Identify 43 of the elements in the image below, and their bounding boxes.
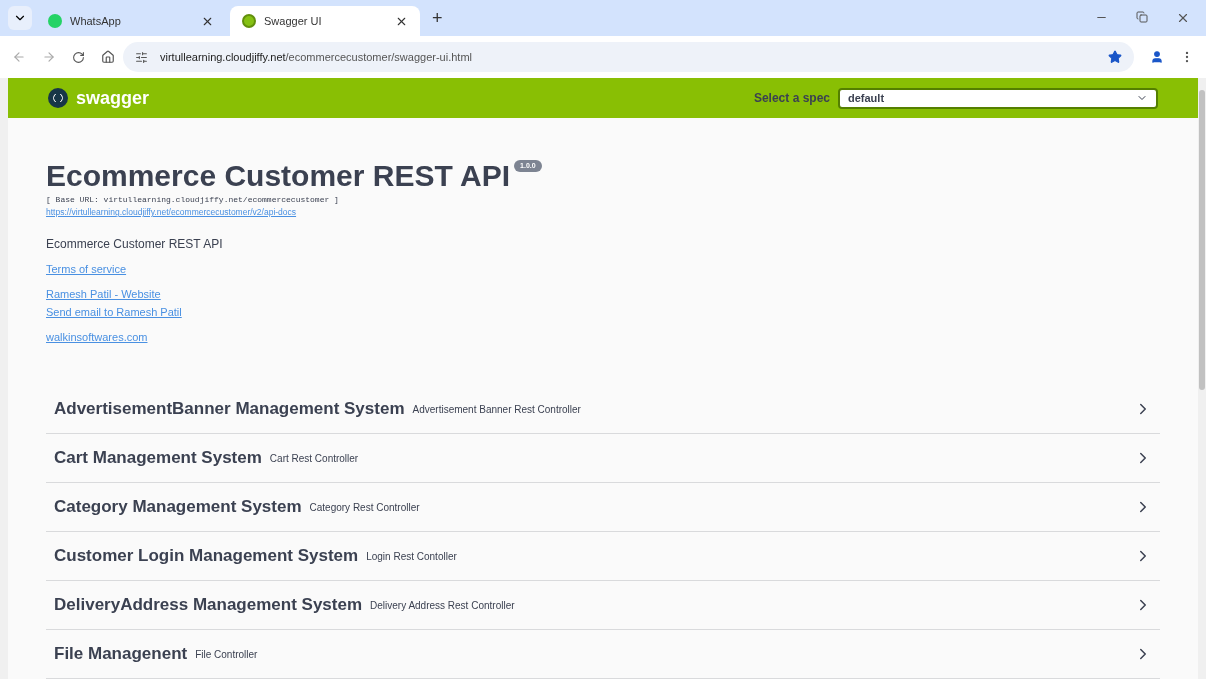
base-url: [ Base URL: virtullearning.cloudjiffy.net/ecommercecustomer ] — [46, 194, 340, 207]
tag-description: File Controller — [195, 647, 259, 662]
spec-label: Select a spec — [753, 90, 830, 108]
tag-name: File Managenent — [54, 643, 188, 666]
reload-icon[interactable] — [72, 50, 85, 64]
tag-name: Cart Management System — [54, 447, 262, 470]
tag-description: Delivery Address Rest Controller — [370, 598, 516, 613]
tag-description: Category Rest Controller — [309, 500, 421, 515]
tag-name: AdvertisementBanner Management System — [54, 398, 405, 421]
tag-name: Customer Login Management System — [54, 545, 359, 568]
tab-title: WhatsApp — [70, 13, 122, 29]
restore-icon[interactable] — [1136, 11, 1148, 23]
profile-icon[interactable] — [1150, 50, 1164, 64]
new-tab-button[interactable]: + — [424, 4, 451, 32]
home-icon[interactable] — [101, 50, 115, 64]
tag-section-header[interactable]: AdvertisementBanner Management System Advertisement Banner Rest Controller — [46, 385, 1160, 434]
bookmark-star-icon[interactable] — [1108, 50, 1122, 64]
tag-name: DeliveryAddress Management System — [54, 594, 363, 617]
scrollbar[interactable] — [1198, 78, 1206, 679]
tag-section-header[interactable]: Customer Login Management System Login Rest Contoller — [46, 532, 1160, 581]
tag-description: Cart Rest Controller — [269, 451, 360, 466]
chat-logo-icon — [48, 14, 62, 28]
tag-section-header[interactable]: DeliveryAddress Management System Delivery Address Rest Controller — [46, 581, 1160, 630]
tag-section-header[interactable]: Cart Management System Cart Rest Controller — [46, 434, 1160, 483]
tag-section-header[interactable]: Category Management System Category Rest Controller — [46, 483, 1160, 532]
tab-list-button[interactable] — [8, 6, 32, 30]
url-text: virtullearning.cloudjiffy.net/ecommercecustomer/swagger-ui.html — [160, 49, 473, 65]
api-title: Ecommerce Customer REST API — [46, 158, 511, 195]
browser-tab[interactable]: WhatsApp — [36, 6, 226, 36]
spec-select[interactable]: default — [838, 87, 1158, 109]
api-description: Ecommerce Customer REST API — [46, 236, 224, 253]
tag-description: Login Rest Contoller — [366, 549, 458, 564]
swagger-logo-text: swagger — [76, 86, 150, 110]
swagger-logo-icon — [242, 14, 256, 28]
site-settings-icon[interactable] — [135, 50, 148, 64]
tag-description: Advertisement Banner Rest Controller — [412, 402, 582, 417]
tag-section-header[interactable]: File Managenent File Controller — [46, 630, 1160, 679]
tab-title: Swagger UI — [264, 13, 323, 29]
swagger-logo-icon — [48, 88, 68, 109]
tag-name: Category Management System — [54, 496, 302, 519]
close-icon[interactable] — [1176, 11, 1190, 25]
browser-tab[interactable]: Swagger UI — [230, 6, 420, 36]
address-bar[interactable]: virtullearning.cloudjiffy.net/ecommercecustomer/swagger-ui.html — [123, 42, 1134, 72]
